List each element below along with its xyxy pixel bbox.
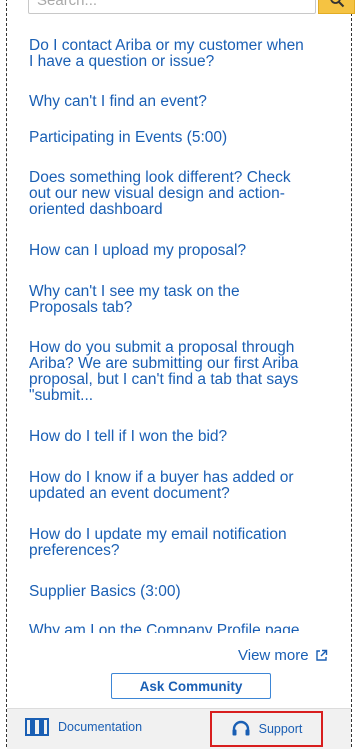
faq-item[interactable]: Supplier Basics (3:00) (29, 584, 181, 600)
faq-item-line: oriented dashboard (29, 201, 163, 218)
faq-item[interactable]: How do you submit a proposal through Arib… (29, 340, 298, 404)
view-more-link[interactable]: View more (238, 647, 328, 664)
faq-item[interactable]: How do I tell if I won the bid? (29, 429, 227, 445)
search-icon (329, 0, 344, 8)
faq-item[interactable]: How do I update my email notification pre… (29, 527, 287, 559)
faq-item-line: out our new visual design and action- (29, 185, 285, 202)
view-more-label: View more (238, 647, 309, 664)
faq-item-line: Why can't I find an event? (29, 93, 207, 110)
faq-item-line: Proposals tab? (29, 299, 133, 316)
search-input[interactable] (28, 0, 316, 14)
bottom-bar: Documentation Support (7, 708, 351, 749)
faq-item-line: How do I update my email notification (29, 526, 287, 543)
support-label: Support (258, 722, 303, 736)
faq-item[interactable]: Participating in Events (5:00) (29, 130, 227, 146)
ask-community-button[interactable]: Ask Community (111, 673, 271, 699)
faq-item-line: Supplier Basics (3:00) (29, 583, 181, 600)
faq-item[interactable]: Why can't I see my task on the Proposals … (29, 284, 240, 316)
faq-item[interactable]: Does something look different? Check out … (29, 170, 291, 218)
faq-item-line: Does something look different? Check (29, 169, 291, 186)
faq-item-line: How do you submit a proposal through (29, 339, 295, 356)
faq-item-line: How can I upload my proposal? (29, 242, 247, 259)
faq-item-line: proposal, but I can't find a tab that sa… (29, 371, 299, 388)
faq-item-line: Why can't I see my task on the (29, 283, 240, 300)
faq-item-line: Why am I on the Company Profile page (29, 622, 300, 634)
headset-icon (232, 720, 250, 736)
documentation-tab[interactable]: Documentation (25, 718, 142, 736)
search-button[interactable] (318, 0, 355, 14)
book-icon (25, 718, 49, 736)
faq-item[interactable]: How can I upload my proposal? (29, 243, 246, 259)
faq-item[interactable]: Why can't I find an event? (29, 94, 207, 110)
faq-item[interactable]: Why am I on the Company Profile page (29, 622, 300, 634)
faq-item-line: updated an event document? (29, 485, 230, 502)
faq-item[interactable]: How do I know if a buyer has added or upd… (29, 470, 294, 502)
faq-item-line: I have a question or issue? (29, 53, 215, 70)
faq-item-line: Do I contact Ariba or my customer when (29, 38, 304, 54)
support-tab[interactable]: Support (210, 711, 323, 747)
faq-item-line: Ariba? We are submitting our first Ariba (29, 355, 299, 372)
faq-list: Do I contact Ariba or my customer when I … (29, 38, 355, 633)
faq-item[interactable]: Do I contact Ariba or my customer when I … (29, 38, 304, 70)
search-bar (28, 0, 355, 16)
faq-item-line: Participating in Events (5:00) (29, 129, 228, 146)
documentation-label: Documentation (58, 720, 143, 734)
faq-item-line: How do I know if a buyer has added or (29, 469, 294, 486)
faq-item-line: "submit... (29, 387, 94, 404)
faq-item-line: preferences? (29, 542, 120, 559)
faq-item-line: How do I tell if I won the bid? (29, 428, 228, 445)
external-link-icon (315, 649, 327, 661)
